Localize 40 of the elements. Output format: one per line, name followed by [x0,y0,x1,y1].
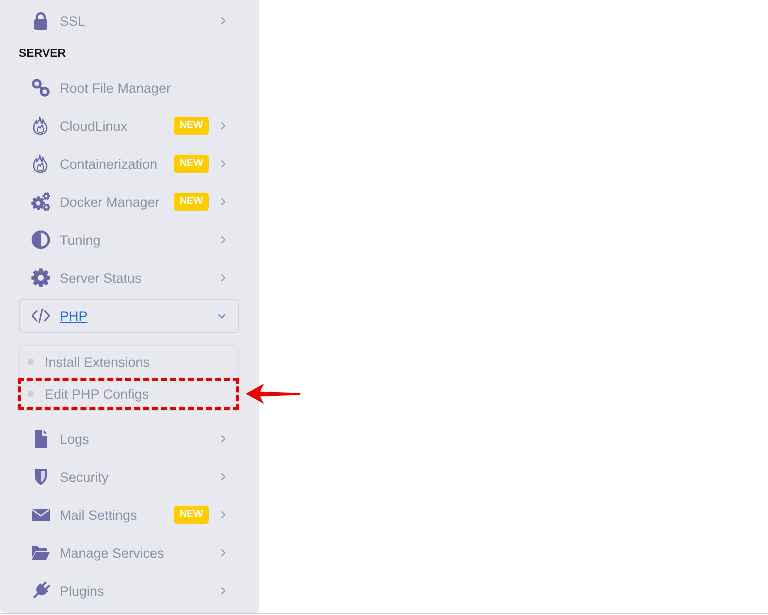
chevron-right-icon [221,587,226,595]
chevron-right-icon [221,274,226,282]
menu-item[interactable]: Server Status [19,259,239,297]
menu-item[interactable]: Security [19,458,239,496]
new-badge: NEW [174,155,209,173]
submenu-item[interactable]: Install Extensions [20,346,238,378]
menu-item[interactable]: Docker Manager NEW [19,183,239,221]
bullet-icon [28,391,34,397]
chevron-right-icon [221,122,226,130]
menu-item[interactable]: Logs [19,420,239,458]
chevron-right-icon [221,236,226,244]
menu-item[interactable]: Tuning [19,221,239,259]
chevron-right-icon [221,435,226,443]
chevron-right-icon [221,198,226,206]
menu-item[interactable]: Plugins [19,572,239,610]
bullet-icon [28,359,34,365]
menu-item[interactable]: Mail Settings NEW [19,496,239,534]
menu-item[interactable]: CloudLinux NEW [19,107,239,145]
new-badge: NEW [174,506,209,524]
submenu-item[interactable]: Edit PHP Configs [21,381,236,407]
plug-icon [31,581,51,601]
half-circle-icon [31,230,51,250]
chevron-down-icon [218,314,226,318]
chevron-right-icon [221,511,226,519]
section-header: SERVER [19,47,68,62]
chevron-right-icon [221,160,226,168]
new-badge: NEW [174,117,209,135]
chain-link-icon [31,78,51,98]
new-badge: NEW [174,193,209,211]
gears-icon [31,192,51,212]
menu-item[interactable]: PHP [19,299,239,333]
menu-item[interactable]: Root File Manager [19,69,239,107]
code-icon [31,306,51,326]
chevron-right-icon [221,549,226,557]
chevron-right-icon [221,473,226,481]
gear-icon [31,268,51,288]
menu-item[interactable]: Manage Services [19,534,239,572]
menu-item[interactable]: SSL [19,2,239,40]
menu-item[interactable]: Containerization NEW [19,145,239,183]
chevron-right-icon [221,17,226,25]
